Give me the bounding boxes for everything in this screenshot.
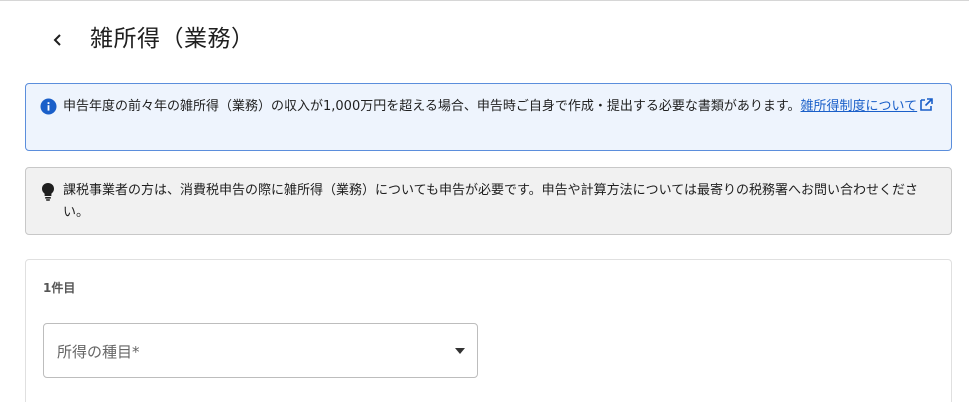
income-system-link-label: 雑所得制度について: [800, 99, 918, 114]
tip-notice: 課税事業者の方は、消費税申告の際に雑所得（業務）についても申告が必要です。申告や…: [25, 167, 952, 235]
back-button[interactable]: [44, 26, 72, 54]
income-type-select[interactable]: 所得の種目*: [43, 323, 478, 378]
entry-label: 1件目: [43, 281, 76, 295]
dropdown-arrow-icon: [455, 348, 465, 354]
income-system-link[interactable]: 雑所得制度について: [800, 98, 935, 114]
info-notice: 申告年度の前々年の雑所得（業務）の収入が1,000万円を超える場合、申告時ご自身…: [25, 83, 952, 151]
info-icon: [40, 98, 57, 115]
chevron-left-icon: [53, 34, 61, 46]
lightbulb-icon: [42, 183, 54, 201]
entry-card: 1件目 所得の種目*: [25, 259, 952, 402]
external-link-icon: [920, 98, 933, 111]
income-type-select-label: 所得の種目*: [57, 343, 140, 361]
tip-notice-text: 課税事業者の方は、消費税申告の際に雑所得（業務）についても申告が必要です。申告や…: [63, 183, 919, 220]
page-title: 雑所得（業務）: [90, 26, 255, 52]
info-notice-message: 申告年度の前々年の雑所得（業務）の収入が1,000万円を超える場合、申告時ご自身…: [63, 99, 801, 114]
info-notice-text: 申告年度の前々年の雑所得（業務）の収入が1,000万円を超える場合、申告時ご自身…: [63, 96, 943, 117]
page-header: 雑所得（業務）: [0, 0, 969, 80]
